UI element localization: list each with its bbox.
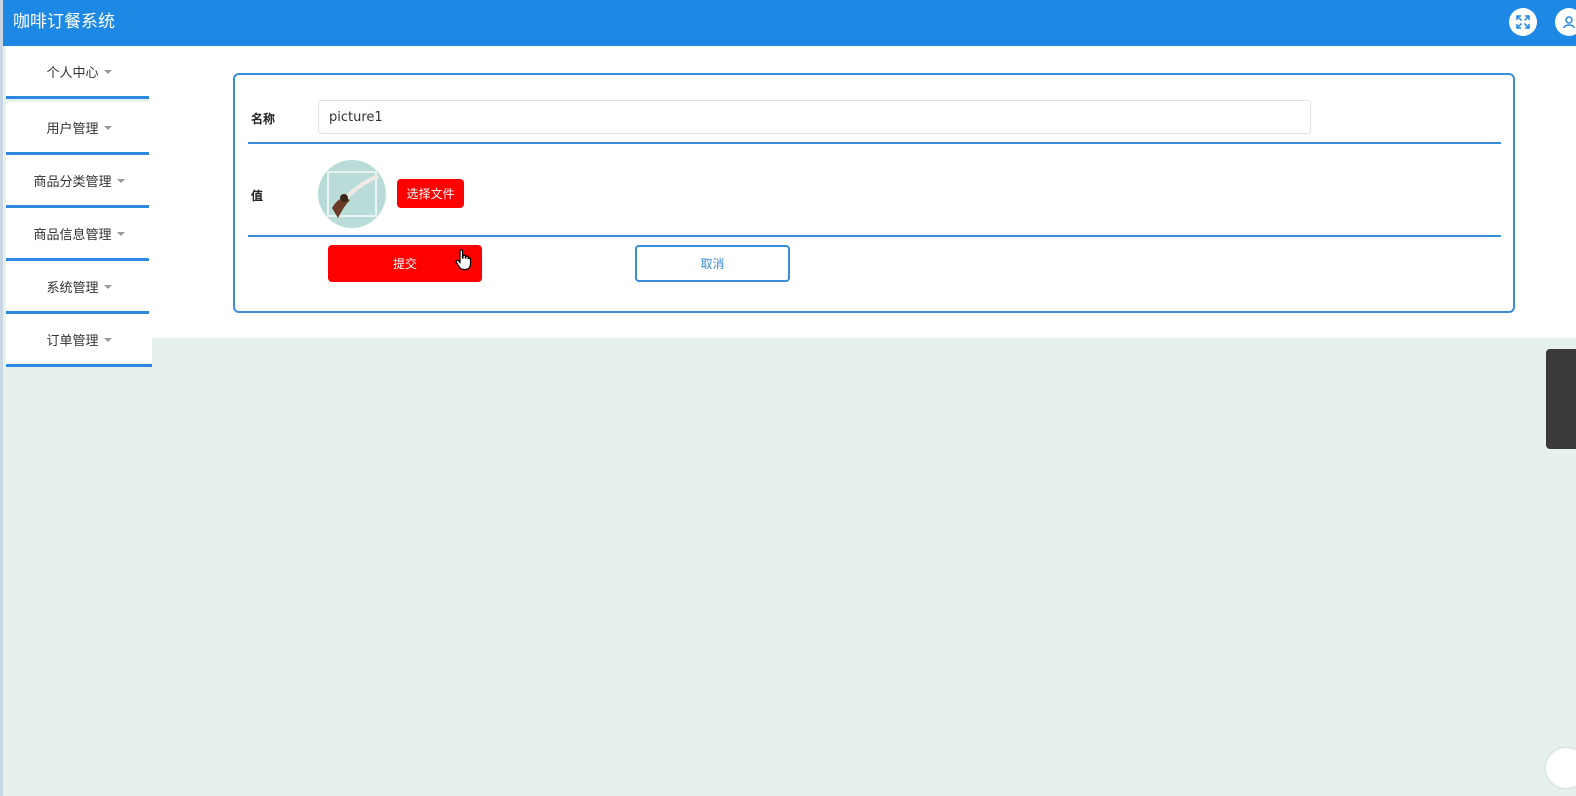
hand-cursor-icon [455, 249, 472, 271]
app-title: 咖啡订餐系统 [13, 12, 115, 32]
sidebar-item-label: 系统管理 [46, 280, 99, 296]
caret-down-icon [103, 285, 112, 289]
fullscreen-icon [1516, 15, 1530, 29]
sidebar-item-user-management[interactable]: 用户管理 [6, 102, 152, 155]
choose-file-button[interactable]: 选择文件 [397, 179, 464, 208]
caret-down-icon [116, 179, 125, 183]
floating-action-button[interactable] [1546, 748, 1576, 788]
row-divider [248, 142, 1501, 144]
sidebar-item-product-management[interactable]: 商品信息管理 [6, 208, 152, 261]
user-icon [1563, 16, 1575, 29]
cancel-button[interactable]: 取消 [635, 245, 790, 282]
sidebar-item-label: 用户管理 [46, 121, 99, 137]
caret-down-icon [116, 232, 125, 236]
side-panel-toggle[interactable] [1546, 349, 1576, 449]
fullscreen-button[interactable] [1509, 8, 1537, 36]
edit-form: 名称 值 选择文件 提交 取消 [233, 73, 1515, 313]
caret-down-icon [103, 126, 112, 130]
image-thumbnail-icon [318, 160, 386, 228]
user-menu-button[interactable] [1555, 8, 1576, 36]
sidebar-item-label: 商品分类管理 [33, 174, 112, 190]
sidebar-item-label: 商品信息管理 [33, 227, 112, 243]
sidebar: 个人中心 用户管理 商品分类管理 商品信息管理 系统管理 订单管理 [0, 46, 152, 796]
sidebar-item-personal-center[interactable]: 个人中心 [6, 46, 152, 99]
caret-down-icon [103, 70, 112, 74]
value-label: 值 [251, 189, 264, 203]
row-divider [248, 235, 1501, 237]
top-header: 咖啡订餐系统 [0, 0, 1576, 46]
sidebar-item-category-management[interactable]: 商品分类管理 [6, 155, 152, 208]
name-input[interactable] [318, 100, 1311, 134]
sidebar-item-label: 订单管理 [46, 333, 99, 349]
sidebar-item-label: 个人中心 [46, 65, 99, 81]
caret-down-icon [103, 338, 112, 342]
name-label: 名称 [251, 112, 276, 126]
sidebar-item-order-management[interactable]: 订单管理 [6, 314, 152, 367]
sidebar-item-system-management[interactable]: 系统管理 [6, 261, 152, 314]
uploaded-image-preview [318, 160, 386, 228]
